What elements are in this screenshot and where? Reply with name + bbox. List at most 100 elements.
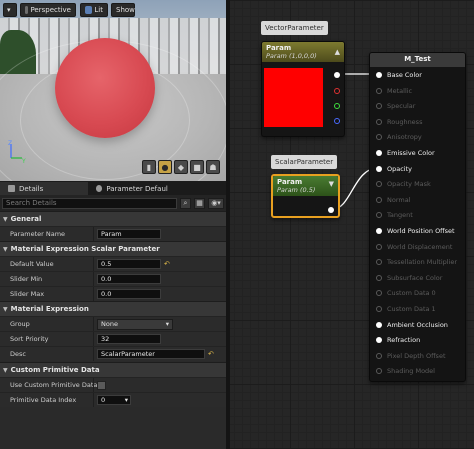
material-pin-row[interactable]: Anisotropy xyxy=(376,131,422,143)
input-pin-icon[interactable] xyxy=(376,352,382,359)
use-custom-primitive-checkbox[interactable] xyxy=(97,380,106,390)
input-pin-icon[interactable] xyxy=(376,274,382,281)
category-scalar-parameter[interactable]: ▼ Material Expression Scalar Parameter xyxy=(0,241,226,256)
vector-parameter-comment[interactable]: VectorParameter xyxy=(261,21,328,35)
property-matrix-button[interactable]: ▦ xyxy=(194,197,205,209)
input-pin-icon[interactable] xyxy=(376,228,382,234)
input-pin-icon[interactable] xyxy=(376,337,382,344)
property-value: None ▾ xyxy=(93,317,226,331)
cylinder-preview-button[interactable]: ▮ xyxy=(142,160,156,174)
show-button[interactable]: Show xyxy=(111,3,135,17)
slider-max-field[interactable]: 0.0 xyxy=(97,289,161,299)
material-pin-label: Metallic xyxy=(387,86,413,95)
camera-icon xyxy=(25,6,29,14)
input-pin-icon[interactable] xyxy=(376,72,382,78)
input-pin-icon[interactable] xyxy=(376,118,382,125)
panel-splitter[interactable] xyxy=(226,0,230,449)
input-pin-icon[interactable] xyxy=(376,150,382,156)
material-pin-row[interactable]: Roughness xyxy=(376,116,422,128)
reset-to-default-icon[interactable]: ↶ xyxy=(208,350,214,358)
vector-parameter-node[interactable]: Param Param (1,0,0,0) ▲ xyxy=(261,41,345,137)
material-pin-row[interactable]: Specular xyxy=(376,100,415,112)
material-pin-row[interactable]: World Displacement xyxy=(376,241,452,253)
output-r-pin[interactable] xyxy=(334,88,340,94)
mesh-preview-button[interactable]: ☗ xyxy=(206,160,220,174)
tab-parameter-defaults[interactable]: Parameter Defaults xyxy=(88,182,176,195)
parameter-name-field[interactable]: Param xyxy=(97,229,161,239)
viewport-options-button[interactable]: ▾ xyxy=(3,3,17,17)
cube-preview-button[interactable]: ■ xyxy=(190,160,204,174)
material-pin-row[interactable]: Custom Data 1 xyxy=(376,303,436,315)
details-search-input[interactable]: Search Details xyxy=(2,197,177,209)
material-pin-row[interactable]: Shading Model xyxy=(376,365,435,377)
material-pin-row[interactable]: Emissive Color xyxy=(376,147,435,159)
search-button[interactable]: ⌕ xyxy=(180,197,191,209)
property-value: 0.5 ↶ xyxy=(93,257,226,271)
input-pin-icon[interactable] xyxy=(376,165,382,172)
material-pin-row[interactable]: Metallic xyxy=(376,85,412,97)
material-pin-row[interactable]: Subsurface Color xyxy=(376,272,442,284)
default-value-field[interactable]: 0.5 xyxy=(97,259,161,269)
view-options-button[interactable]: ◉▾ xyxy=(208,197,224,209)
output-scalar-pin[interactable] xyxy=(328,207,334,213)
primitive-data-index-field[interactable]: 0 ▾ xyxy=(97,395,131,405)
input-pin-icon[interactable] xyxy=(376,259,382,266)
slider-max-label: Slider Max xyxy=(10,290,45,298)
input-pin-icon[interactable] xyxy=(376,181,382,188)
input-pin-icon[interactable] xyxy=(376,212,382,219)
input-pin-icon[interactable] xyxy=(376,196,382,203)
category-general[interactable]: ▼ General xyxy=(0,211,226,226)
material-pin-row[interactable]: World Position Offset xyxy=(376,225,455,237)
material-pin-row[interactable]: Pixel Depth Offset xyxy=(376,350,446,362)
axis-gizmo-icon: Z Y xyxy=(8,140,26,164)
material-pin-row[interactable]: Custom Data 0 xyxy=(376,287,436,299)
input-pin-icon[interactable] xyxy=(376,321,382,328)
desc-field[interactable]: ScalarParameter xyxy=(97,349,205,359)
scalar-parameter-node[interactable]: Param Param (0.5) ▼ xyxy=(271,174,340,218)
material-graph[interactable]: VectorParameter Param Param (1,0,0,0) ▲ … xyxy=(226,0,474,449)
chevron-down-icon: ▾ xyxy=(165,319,169,328)
category-material-expression[interactable]: ▼ Material Expression xyxy=(0,301,226,316)
category-custom-primitive-data[interactable]: ▼ Custom Primitive Data xyxy=(0,362,226,377)
scalar-node-subtitle: Param (0.5) xyxy=(277,186,316,194)
input-pin-icon[interactable] xyxy=(376,290,382,297)
material-pin-label: Opacity Mask xyxy=(387,180,431,189)
input-pin-icon[interactable] xyxy=(376,368,382,375)
output-g-pin[interactable] xyxy=(334,103,340,109)
preview-viewport[interactable]: ▾ Perspective Lit Show Z Y ▮ ● ◆ ■ ☗ xyxy=(0,0,226,181)
scalar-parameter-comment[interactable]: ScalarParameter xyxy=(271,155,338,169)
material-pin-row[interactable]: Base Color xyxy=(376,69,422,81)
input-pin-icon[interactable] xyxy=(376,134,382,141)
group-dropdown[interactable]: None ▾ xyxy=(97,318,173,330)
tab-details[interactable]: Details xyxy=(0,182,88,195)
lit-button[interactable]: Lit xyxy=(80,3,108,17)
category-expression-label: Material Expression xyxy=(10,305,89,313)
input-pin-icon[interactable] xyxy=(376,87,382,94)
material-result-node[interactable]: M_Test Base Color Metallic Specular Roughne… xyxy=(369,52,466,382)
input-pin-icon[interactable] xyxy=(376,306,382,312)
slider-min-field[interactable]: 0.0 xyxy=(97,274,161,284)
property-row: Primitive Data Index 0 ▾ xyxy=(0,392,226,407)
collapse-arrow-icon[interactable]: ▲ xyxy=(335,48,340,56)
details-tab-bar: Details Parameter Defaults xyxy=(0,181,226,195)
input-pin-icon[interactable] xyxy=(376,103,382,110)
output-b-pin[interactable] xyxy=(334,118,340,124)
input-pin-icon[interactable] xyxy=(376,243,382,250)
material-pin-row[interactable]: Tessellation Multiplier xyxy=(376,256,457,268)
material-pin-row[interactable]: Refraction xyxy=(376,334,420,346)
material-pin-row[interactable]: Normal xyxy=(376,194,411,206)
property-row: Desc ScalarParameter ↶ xyxy=(0,346,226,361)
material-pin-row[interactable]: Opacity Mask xyxy=(376,178,431,190)
output-rgba-pin[interactable] xyxy=(334,72,340,78)
group-label: Group xyxy=(10,320,30,328)
perspective-button[interactable]: Perspective xyxy=(20,3,76,17)
plane-preview-button[interactable]: ◆ xyxy=(174,160,188,174)
sphere-preview-button[interactable]: ● xyxy=(158,160,172,174)
reset-to-default-icon[interactable]: ↶ xyxy=(164,260,170,268)
sort-priority-field[interactable]: 32 xyxy=(97,334,161,344)
material-pin-row[interactable]: Ambient Occlusion xyxy=(376,319,448,331)
material-pin-label: Ambient Occlusion xyxy=(387,320,448,329)
material-pin-row[interactable]: Opacity xyxy=(376,163,412,175)
collapse-arrow-icon[interactable]: ▼ xyxy=(329,180,334,188)
material-pin-row[interactable]: Tangent xyxy=(376,209,413,221)
